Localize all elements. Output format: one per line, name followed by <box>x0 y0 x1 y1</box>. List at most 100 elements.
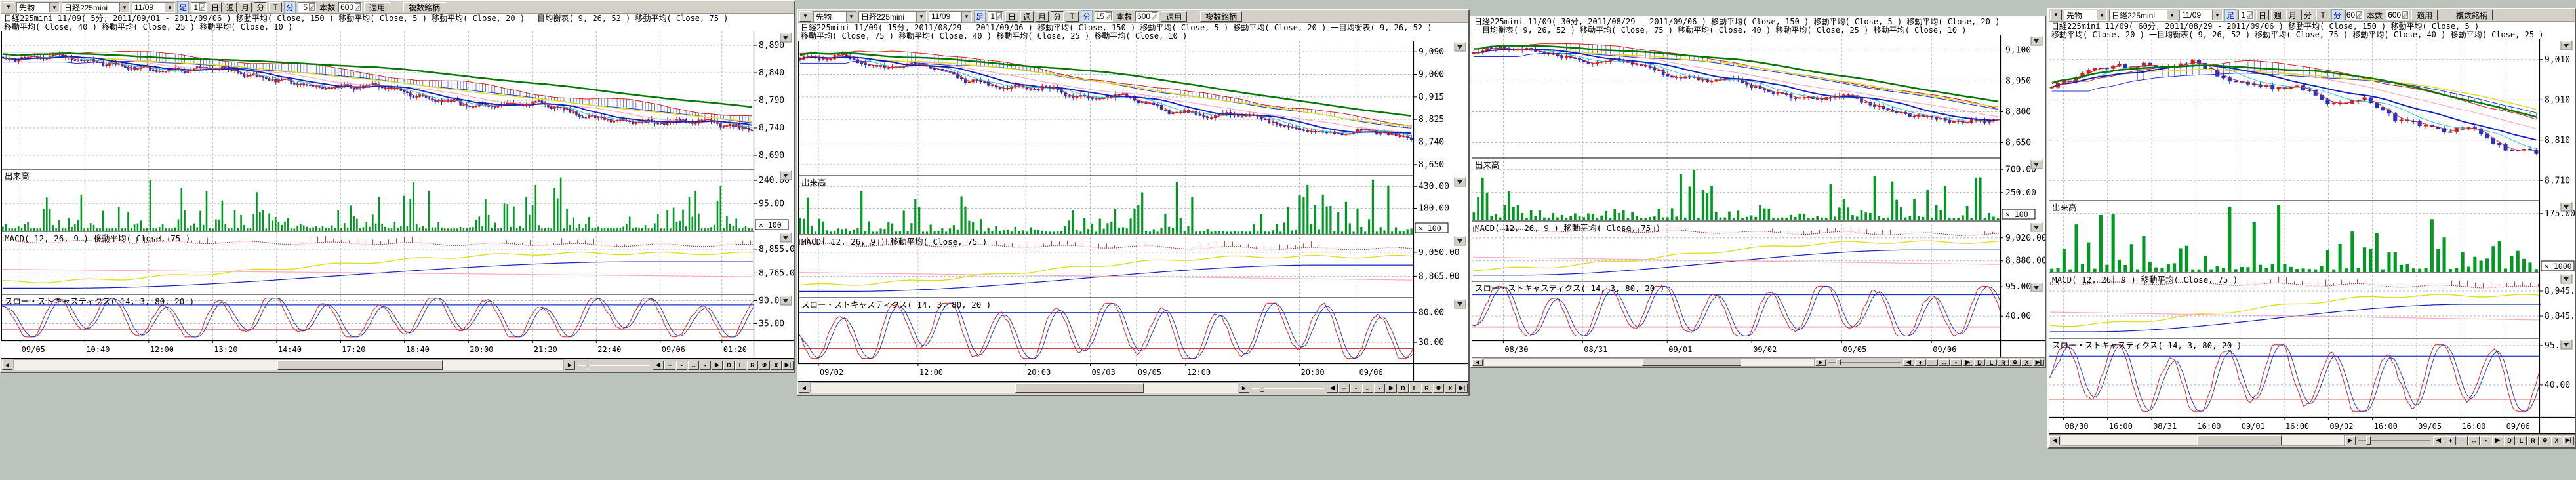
bar-count-input[interactable]: 600 <box>1135 11 1159 22</box>
scroll-thumb[interactable] <box>1015 383 1143 393</box>
apply-button[interactable]: 適用 <box>364 2 390 12</box>
scrollbar-tool-button-10[interactable]: X <box>771 361 782 370</box>
scroll-right-button[interactable]: ▶ <box>1239 384 1249 393</box>
multi-symbol-button[interactable]: 複数銘柄 <box>2451 10 2493 20</box>
window-menu-button[interactable]: ▼ <box>3 2 14 12</box>
section-menu-button[interactable] <box>2561 340 2572 349</box>
scrollbar-tool-button-2[interactable]: - <box>2457 436 2468 445</box>
scrollbar-tool-button-4[interactable]: ▪ <box>2480 436 2491 445</box>
multi-symbol-button[interactable]: 複数銘柄 <box>1200 11 1242 22</box>
scrollbar-tool-button-7[interactable]: L <box>2516 436 2527 445</box>
chart-plot[interactable]: 8,8908,8408,7908,7408,690240.0095.008,85… <box>1 31 794 359</box>
scrollbar-tool-button-8[interactable]: R <box>1421 384 1432 393</box>
zoom-slider-thumb[interactable] <box>1836 359 1841 365</box>
minute-value-input[interactable]: 60 <box>2345 10 2364 20</box>
multi-symbol-button[interactable]: 複数銘柄 <box>403 2 445 12</box>
symbol-select[interactable]: 日経225mini▼ <box>62 2 130 13</box>
section-menu-button[interactable] <box>2031 160 2042 169</box>
zoom-slider[interactable] <box>1828 358 1901 367</box>
scroll-left-button[interactable]: ◀ <box>1472 359 1483 366</box>
spinner-icon[interactable] <box>355 3 361 11</box>
scroll-track[interactable] <box>2061 435 2345 446</box>
window-menu-button[interactable]: ▼ <box>799 11 811 22</box>
scroll-left-button[interactable]: ◀ <box>2 361 12 370</box>
section-menu-button[interactable] <box>780 296 792 305</box>
scrollbar-tool-button-5[interactable]: ▶ <box>2492 436 2503 445</box>
scrollbar-tool-button-8[interactable]: R <box>747 361 758 370</box>
period-button-tick[interactable]: T <box>2316 10 2329 20</box>
scrollbar-tool-button-3[interactable]: ↔ <box>1362 384 1373 393</box>
scrollbar-tool-button-0[interactable]: ◀ <box>653 361 664 370</box>
scrollbar-tool-button-9[interactable]: ⊕ <box>2009 359 2021 366</box>
minute-value-input[interactable]: 15 <box>1095 11 1113 22</box>
symbol-select[interactable]: 日経225mini▼ <box>858 11 927 22</box>
section-menu-button[interactable] <box>780 171 792 180</box>
scrollbar-tool-button-8[interactable]: R <box>2527 436 2539 445</box>
zoom-slider-thumb[interactable] <box>1260 384 1264 392</box>
section-menu-button[interactable] <box>1455 300 1466 308</box>
scroll-track[interactable] <box>810 382 1238 393</box>
contract-month-select[interactable]: 11/09▼ <box>929 11 972 22</box>
period-button-month[interactable]: 月 <box>1036 11 1049 22</box>
horizontal-scrollbar[interactable]: ◀▶◀+-↔▪▶DLR⊕X▶| <box>2049 434 2575 446</box>
dropdown-arrow-icon[interactable]: ▼ <box>961 12 971 22</box>
period-button-day[interactable]: 日 <box>1005 11 1018 22</box>
zoom-slider[interactable] <box>2358 435 2430 446</box>
scrollbar-tool-button-9[interactable]: ⊕ <box>759 361 770 370</box>
section-menu-button[interactable] <box>1455 43 1466 51</box>
scroll-left-button[interactable]: ◀ <box>2049 436 2060 445</box>
scrollbar-tool-button-11[interactable]: ▶| <box>782 361 794 370</box>
scroll-thumb[interactable] <box>1642 359 1741 366</box>
scrollbar-tool-button-5[interactable]: ▶ <box>1386 384 1397 393</box>
zoom-slider[interactable] <box>578 359 650 370</box>
scrollbar-tool-button-6[interactable]: D <box>1398 384 1409 393</box>
period-button-week[interactable]: 週 <box>1020 11 1034 22</box>
scroll-thumb[interactable] <box>277 360 442 370</box>
spinner-icon[interactable] <box>2402 11 2408 19</box>
period-button-minute[interactable]: 分 <box>254 2 267 12</box>
section-menu-button[interactable] <box>2561 203 2572 211</box>
scrollbar-tool-button-0[interactable]: ◀ <box>2433 436 2444 445</box>
section-menu-button[interactable] <box>780 233 792 242</box>
scrollbar-tool-button-4[interactable]: ▪ <box>1374 384 1385 393</box>
bar-interval-input[interactable]: 1 <box>191 2 207 12</box>
scroll-right-button[interactable]: ▶ <box>1815 359 1826 366</box>
apply-button[interactable]: 適用 <box>1161 11 1187 22</box>
window-menu-button[interactable]: ▼ <box>2050 10 2062 20</box>
category-select[interactable]: 先物▼ <box>813 11 856 22</box>
spinner-icon[interactable] <box>199 3 205 11</box>
scrollbar-tool-button-3[interactable]: ↔ <box>1939 359 1950 366</box>
scrollbar-tool-button-11[interactable]: ▶| <box>1457 384 1468 393</box>
scroll-thumb[interactable] <box>2197 435 2282 445</box>
scrollbar-tool-button-9[interactable]: ⊕ <box>2539 436 2550 445</box>
spinner-icon[interactable] <box>309 3 315 11</box>
period-button-day[interactable]: 日 <box>2256 10 2269 20</box>
scroll-track[interactable] <box>1483 358 1815 367</box>
scrollbar-tool-button-6[interactable]: D <box>723 361 735 370</box>
category-select[interactable]: 先物▼ <box>2064 10 2107 21</box>
scrollbar-tool-button-5[interactable]: ▶ <box>1962 359 1973 366</box>
scroll-right-button[interactable]: ▶ <box>565 361 575 370</box>
period-button-month[interactable]: 月 <box>239 2 252 12</box>
horizontal-scrollbar[interactable]: ◀▶◀+-↔▪▶DLR⊕X▶| <box>1 359 794 370</box>
scrollbar-tool-button-4[interactable]: ▪ <box>1950 359 1962 366</box>
section-menu-button[interactable] <box>2031 37 2042 45</box>
bar-interval-input[interactable]: 1 <box>988 11 1003 22</box>
scrollbar-tool-button-1[interactable]: + <box>1338 384 1350 393</box>
scrollbar-tool-button-11[interactable]: ▶| <box>2563 436 2574 445</box>
section-menu-button[interactable] <box>2561 275 2572 283</box>
scrollbar-tool-button-7[interactable]: L <box>1986 359 1997 366</box>
scrollbar-tool-button-2[interactable]: - <box>1927 359 1938 366</box>
period-button-week[interactable]: 週 <box>2271 10 2284 20</box>
scrollbar-tool-button-3[interactable]: ↔ <box>688 361 699 370</box>
dropdown-arrow-icon[interactable]: ▼ <box>2167 10 2177 20</box>
period-button-minute[interactable]: 分 <box>1051 11 1064 22</box>
scrollbar-tool-button-6[interactable]: D <box>2504 436 2515 445</box>
apply-button[interactable]: 適用 <box>2411 10 2438 20</box>
scrollbar-tool-button-0[interactable]: ◀ <box>1903 359 1914 366</box>
scrollbar-tool-button-6[interactable]: D <box>1974 359 1985 366</box>
horizontal-scrollbar[interactable]: ◀▶◀+-↔▪▶DLR⊕X▶| <box>798 382 1468 393</box>
scroll-right-button[interactable]: ▶ <box>2345 436 2356 445</box>
chart-plot[interactable]: 9,0909,0008,9158,8258,7408,650430.00180.… <box>798 41 1468 382</box>
section-menu-button[interactable] <box>2561 41 2572 50</box>
